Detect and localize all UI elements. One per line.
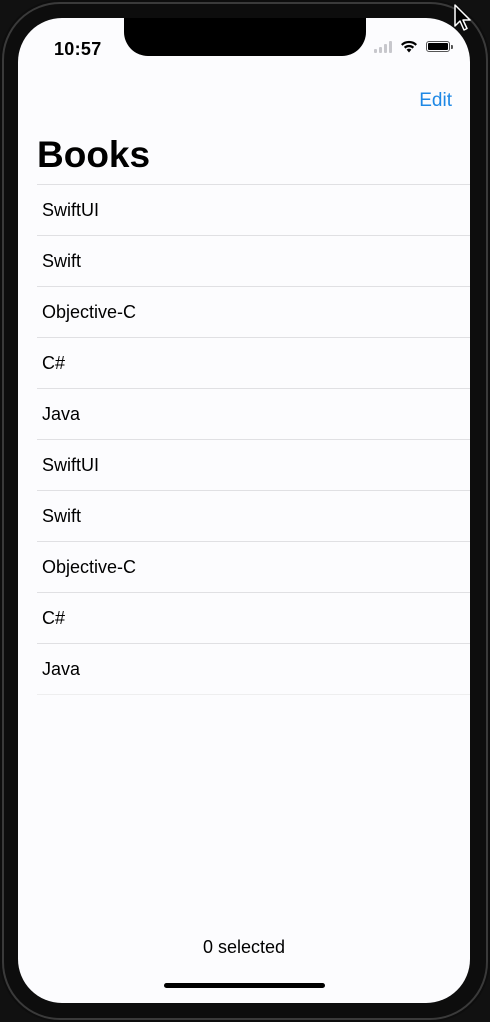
device-frame: 10:57 Edit Books SwiftUI Swift Objective… [0, 0, 490, 1022]
list-item-label: Objective-C [42, 301, 137, 322]
list-item[interactable]: Swift [37, 491, 470, 542]
mouse-cursor-icon [454, 4, 471, 31]
signal-icon [374, 40, 392, 53]
list-item[interactable]: Swift [37, 236, 470, 287]
status-time: 10:57 [54, 39, 102, 59]
list-item[interactable]: Java [37, 389, 470, 440]
notch [124, 18, 366, 56]
selection-count: 0 selected [202, 937, 286, 957]
edit-button[interactable]: Edit [419, 90, 452, 112]
list-item-label: Java [42, 403, 81, 424]
list-item[interactable]: Objective-C [37, 287, 470, 338]
list-item-label: C# [42, 352, 66, 373]
home-indicator[interactable] [164, 983, 325, 988]
list-item-label: SwiftUI [42, 454, 100, 475]
books-list: SwiftUI Swift Objective-C C# Java SwiftU… [37, 184, 470, 695]
list-item[interactable]: Objective-C [37, 542, 470, 593]
wifi-icon [401, 40, 417, 53]
list-item[interactable]: Java [37, 644, 470, 695]
list-item-label: C# [42, 607, 66, 628]
list-item[interactable]: C# [37, 338, 470, 389]
page-title: Books [37, 134, 151, 175]
phone-screen: 10:57 Edit Books SwiftUI Swift Objective… [18, 18, 470, 1003]
list-item-label: Swift [42, 250, 82, 271]
list-item[interactable]: C# [37, 593, 470, 644]
list-item[interactable]: SwiftUI [37, 185, 470, 236]
list-item[interactable]: SwiftUI [37, 440, 470, 491]
list-item-label: Objective-C [42, 556, 137, 577]
list-item-label: SwiftUI [42, 199, 100, 220]
status-icons [374, 40, 453, 53]
list-item-label: Java [42, 658, 81, 679]
list-item-label: Swift [42, 505, 82, 526]
battery-icon [426, 41, 453, 52]
